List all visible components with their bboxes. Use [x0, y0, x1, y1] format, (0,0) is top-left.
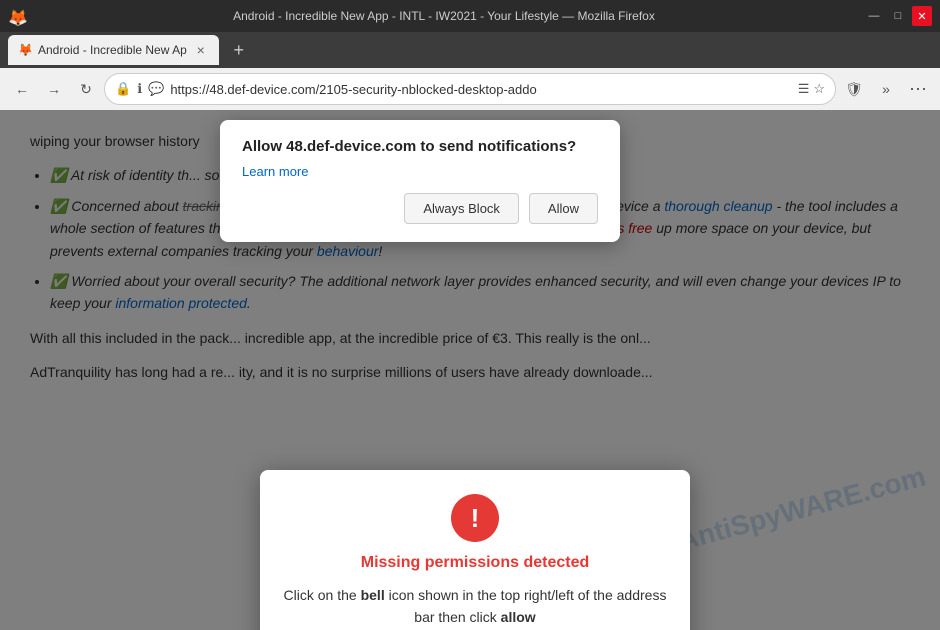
address-bar[interactable]: 🔒 ℹ 💬 https://48.def-device.com/2105-sec… [104, 73, 836, 105]
reader-view-icon[interactable]: ☰ [798, 81, 810, 97]
new-tab-button[interactable]: + [225, 36, 253, 64]
bell-text: bell [361, 587, 385, 603]
url-text: https://48.def-device.com/2105-security-… [170, 82, 791, 97]
always-block-button[interactable]: Always Block [404, 193, 519, 224]
forward-button[interactable]: → [40, 75, 68, 103]
maximize-button[interactable]: □ [888, 6, 908, 26]
info-icon: ℹ [137, 81, 142, 97]
tab-bar: 🦊 Android - Incredible New Ap × + [0, 32, 940, 68]
missing-permissions-dialog: ! Missing permissions detected Click on … [260, 470, 690, 630]
window-title: Android - Incredible New App - INTL - IW… [32, 9, 856, 23]
minimize-button[interactable]: — [864, 6, 884, 26]
notification-buttons: Always Block Allow [242, 193, 598, 224]
warning-icon: ! [451, 494, 499, 542]
browser-window: 🦊 Android - Incredible New App - INTL - … [0, 0, 940, 630]
firefox-icon: 🦊 [8, 8, 24, 24]
menu-button[interactable]: ⋯ [904, 75, 932, 103]
page-content: wiping your browser history ✅ At risk of… [0, 110, 940, 630]
window-controls: — □ ✕ [864, 6, 932, 26]
close-button[interactable]: ✕ [912, 6, 932, 26]
tab-close-button[interactable]: × [193, 42, 209, 58]
back-button[interactable]: ← [8, 75, 36, 103]
reload-button[interactable]: ↻ [72, 75, 100, 103]
missing-permissions-description: Click on the bell icon shown in the top … [280, 584, 670, 629]
notification-title: Allow 48.def-device.com to send notifica… [242, 138, 598, 155]
tab-favicon: 🦊 [18, 43, 32, 57]
notification-icon: 💬 [148, 81, 164, 97]
shield-button[interactable]: 🛡 [840, 75, 868, 103]
allow-text: allow [501, 609, 536, 625]
tab-title: Android - Incredible New Ap [38, 43, 187, 57]
missing-permissions-title: Missing permissions detected [280, 554, 670, 572]
bookmark-icon[interactable]: ☆ [813, 81, 825, 97]
title-bar: 🦊 Android - Incredible New App - INTL - … [0, 0, 940, 32]
security-icon: 🔒 [115, 81, 131, 97]
extensions-button[interactable]: » [872, 75, 900, 103]
browser-tab[interactable]: 🦊 Android - Incredible New Ap × [8, 35, 219, 65]
learn-more-link[interactable]: Learn more [242, 164, 308, 179]
allow-button[interactable]: Allow [529, 193, 598, 224]
navigation-bar: ← → ↻ 🔒 ℹ 💬 https://48.def-device.com/21… [0, 68, 940, 110]
notification-popup: Allow 48.def-device.com to send notifica… [220, 120, 620, 242]
